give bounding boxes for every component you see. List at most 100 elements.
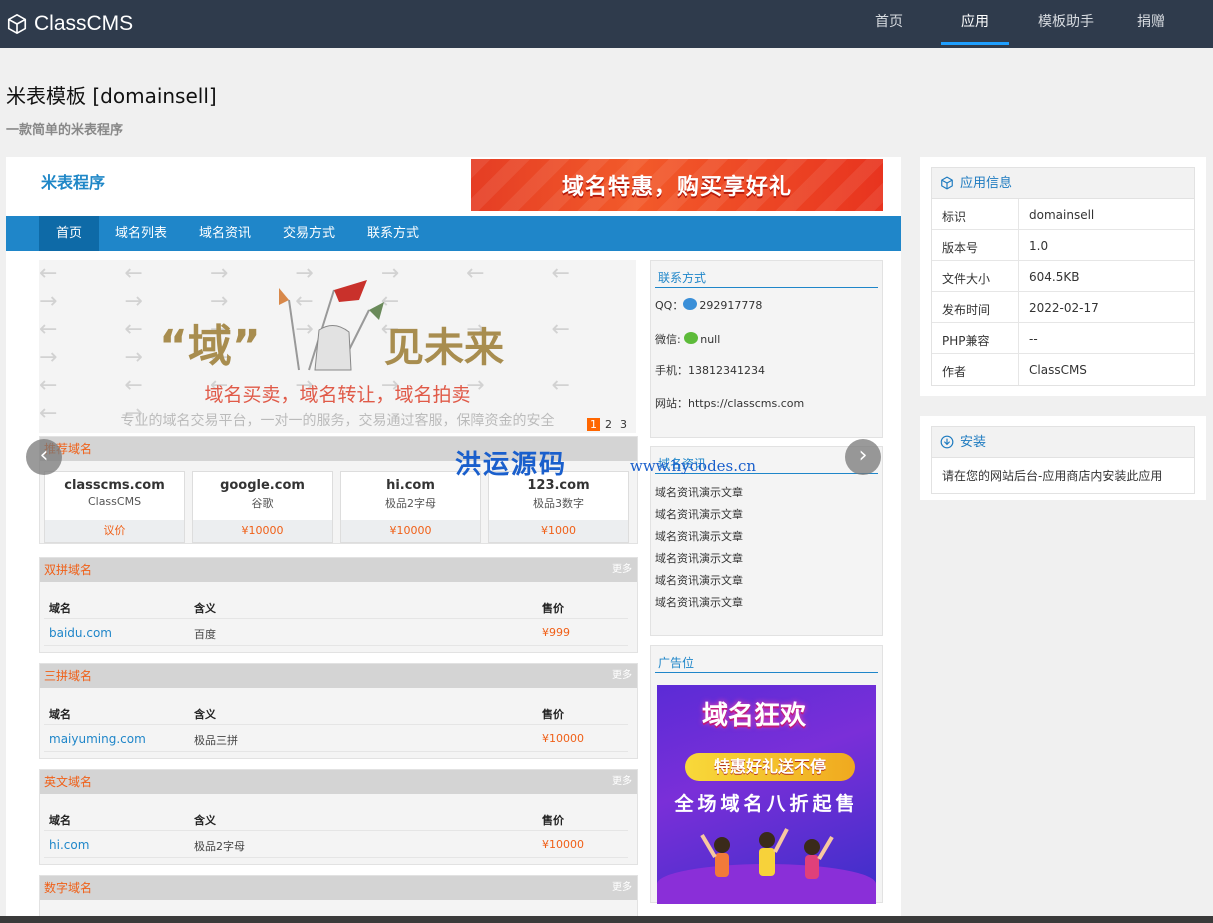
contact-qq: QQ： 292917778: [655, 297, 762, 313]
wechat-label: 微信:: [655, 333, 681, 346]
table-header: 域名 含义 售价: [44, 592, 628, 619]
slide-pagination: 1 2 3: [587, 418, 630, 431]
slide-page-1: 1: [587, 418, 600, 431]
news-item: 域名资讯演示文章: [655, 486, 743, 499]
preview-logo: 米表程序: [41, 173, 106, 192]
contact-title: 联系方式: [655, 269, 878, 288]
more-link: 更多: [612, 882, 632, 893]
table-row: hi.com 极品2字母 ¥10000: [44, 831, 628, 858]
ad-image: 域名狂欢 特惠好礼送不停 全场域名八折起售: [657, 685, 876, 904]
rec-price: ¥10000: [193, 520, 332, 542]
info-row: 发布时间 2022-02-17: [932, 292, 1194, 323]
qq-icon: [683, 298, 698, 310]
install-panel: 安装 请在您的网站后台-应用商店内安装此应用: [931, 426, 1195, 494]
more-link: 更多: [612, 776, 632, 787]
carousel-next-button[interactable]: ›: [845, 439, 881, 475]
info-row: PHP兼容 --: [932, 323, 1194, 354]
preview-nav-trade: 交易方式: [282, 226, 335, 241]
rec-desc: ClassCMS: [87, 495, 142, 508]
info-value: ClassCMS: [1029, 363, 1087, 377]
top-nav: 首页 应用 模板助手 捐赠: [857, 0, 1213, 48]
row-domain: baidu.com: [49, 626, 112, 640]
section-title: 数字域名: [44, 881, 93, 895]
row-meaning: 极品2字母: [194, 840, 245, 853]
preview-nav: 首页 域名列表 域名资讯 交易方式 联系方式: [6, 216, 901, 251]
col-meaning: 含义: [194, 814, 216, 827]
section-title: 英文域名: [44, 775, 93, 789]
table-header: 域名 含义 售价: [44, 804, 628, 831]
slide-desc: 专业的域名交易平台，一对一的服务，交易通过客服，保障资金的安全: [120, 413, 555, 429]
nav-home[interactable]: 首页: [857, 0, 921, 48]
preview-banner: 域名特惠，购买享好礼: [471, 159, 883, 211]
app-info-header: 应用信息: [932, 168, 1194, 199]
col-domain: 域名: [49, 814, 71, 827]
more-link: 更多: [612, 564, 632, 575]
table-row: maiyuming.com 极品三拼 ¥10000: [44, 725, 628, 752]
carousel-prev-button[interactable]: ‹: [26, 439, 62, 475]
rec-desc: 极品2字母: [385, 497, 436, 510]
app-info-panel: 应用信息 标识 domainsell 版本号 1.0 文件大小 604.5KB 发布时…: [931, 167, 1195, 386]
preview-nav-domain-list: 域名列表: [114, 226, 167, 241]
template-preview: 米表程序 域名特惠，购买享好礼 首页 域名列表 域名资讯 交易方式 联系方式 ←…: [6, 157, 901, 923]
domain-section: 双拼域名 更多 域名 含义 售价 baidu.com 百度 ¥999: [39, 557, 638, 653]
rec-price: ¥10000: [341, 520, 480, 542]
row-domain: maiyuming.com: [49, 732, 146, 746]
app-info-card: 应用信息 标识 domainsell 版本号 1.0 文件大小 604.5KB 发布时…: [920, 157, 1206, 396]
rec-card: google.com 谷歌 ¥10000: [192, 471, 333, 543]
news-item: 域名资讯演示文章: [655, 596, 743, 609]
rec-domain: google.com: [220, 478, 305, 493]
watermark: 洪运源码: [455, 450, 568, 480]
domain-table: 域名 含义 售价 hi.com 极品2字母 ¥10000: [44, 804, 628, 858]
chevron-right-icon: ›: [858, 443, 868, 468]
nav-apps[interactable]: 应用: [941, 0, 1009, 48]
info-row: 版本号 1.0: [932, 230, 1194, 261]
section-head: 数字域名 更多: [40, 876, 637, 900]
rec-card: classcms.com ClassCMS 议价: [44, 471, 185, 543]
row-meaning: 极品三拼: [194, 734, 238, 747]
row-meaning: 百度: [194, 628, 216, 641]
rec-domain: classcms.com: [64, 478, 165, 493]
app-info-title: 应用信息: [960, 175, 1013, 191]
rec-price: ¥1000: [489, 520, 628, 542]
news-item: 域名资讯演示文章: [655, 552, 743, 565]
domain-table: 域名 含义 售价 baidu.com 百度 ¥999: [44, 592, 628, 646]
ad-line1: 域名狂欢: [702, 701, 807, 731]
row-price: ¥999: [542, 626, 570, 639]
ad-line3: 全场域名八折起售: [674, 793, 859, 815]
contact-wechat: 微信: null: [655, 331, 720, 347]
install-header: 安装: [932, 427, 1194, 458]
page-title: 米表模板 [domainsell]: [6, 84, 217, 108]
info-key: 文件大小: [942, 272, 991, 286]
chevron-left-icon: ‹: [39, 443, 49, 468]
info-row: 作者 ClassCMS: [932, 354, 1194, 385]
info-value: 604.5KB: [1029, 270, 1080, 284]
ad-box: 广告位 域名狂欢 特惠好礼送不停 全场域名八折起售: [650, 645, 883, 904]
contact-phone: 手机：13812341234: [655, 364, 765, 377]
qq-label: QQ：: [655, 299, 684, 312]
section-title: 三拼域名: [44, 669, 93, 683]
nav-donate[interactable]: 捐赠: [1119, 0, 1183, 48]
bottom-bar: [0, 916, 1213, 923]
domain-section: 英文域名 更多 域名 含义 售价 hi.com 极品2字母 ¥10000: [39, 769, 638, 865]
info-key: 发布时间: [942, 303, 991, 317]
top-bar: ClassCMS 首页 应用 模板助手 捐赠: [0, 0, 1213, 48]
col-domain: 域名: [49, 602, 71, 615]
domain-table: 域名 含义 售价 maiyuming.com 极品三拼 ¥10000: [44, 698, 628, 752]
section-head: 英文域名 更多: [40, 770, 637, 794]
slide-headline-right: 见未来: [384, 325, 504, 371]
brand[interactable]: ClassCMS: [6, 10, 133, 38]
cube-icon: [941, 176, 953, 190]
people-icon: [700, 828, 834, 879]
table-header: 域名 含义 售价: [44, 698, 628, 725]
ad-line2: 特惠好礼送不停: [713, 757, 826, 776]
contact-site: 网站：https://classcms.com: [655, 397, 805, 410]
info-key: 版本号: [942, 241, 979, 255]
news-item: 域名资讯演示文章: [655, 574, 743, 587]
news-item: 域名资讯演示文章: [655, 508, 743, 521]
section-title: 双拼域名: [44, 563, 93, 577]
row-domain: hi.com: [49, 838, 90, 852]
preview-nav-contact: 联系方式: [366, 226, 419, 241]
download-icon: [940, 435, 954, 449]
flag-figures-icon: [279, 280, 384, 371]
nav-template-helper[interactable]: 模板助手: [1019, 0, 1113, 48]
